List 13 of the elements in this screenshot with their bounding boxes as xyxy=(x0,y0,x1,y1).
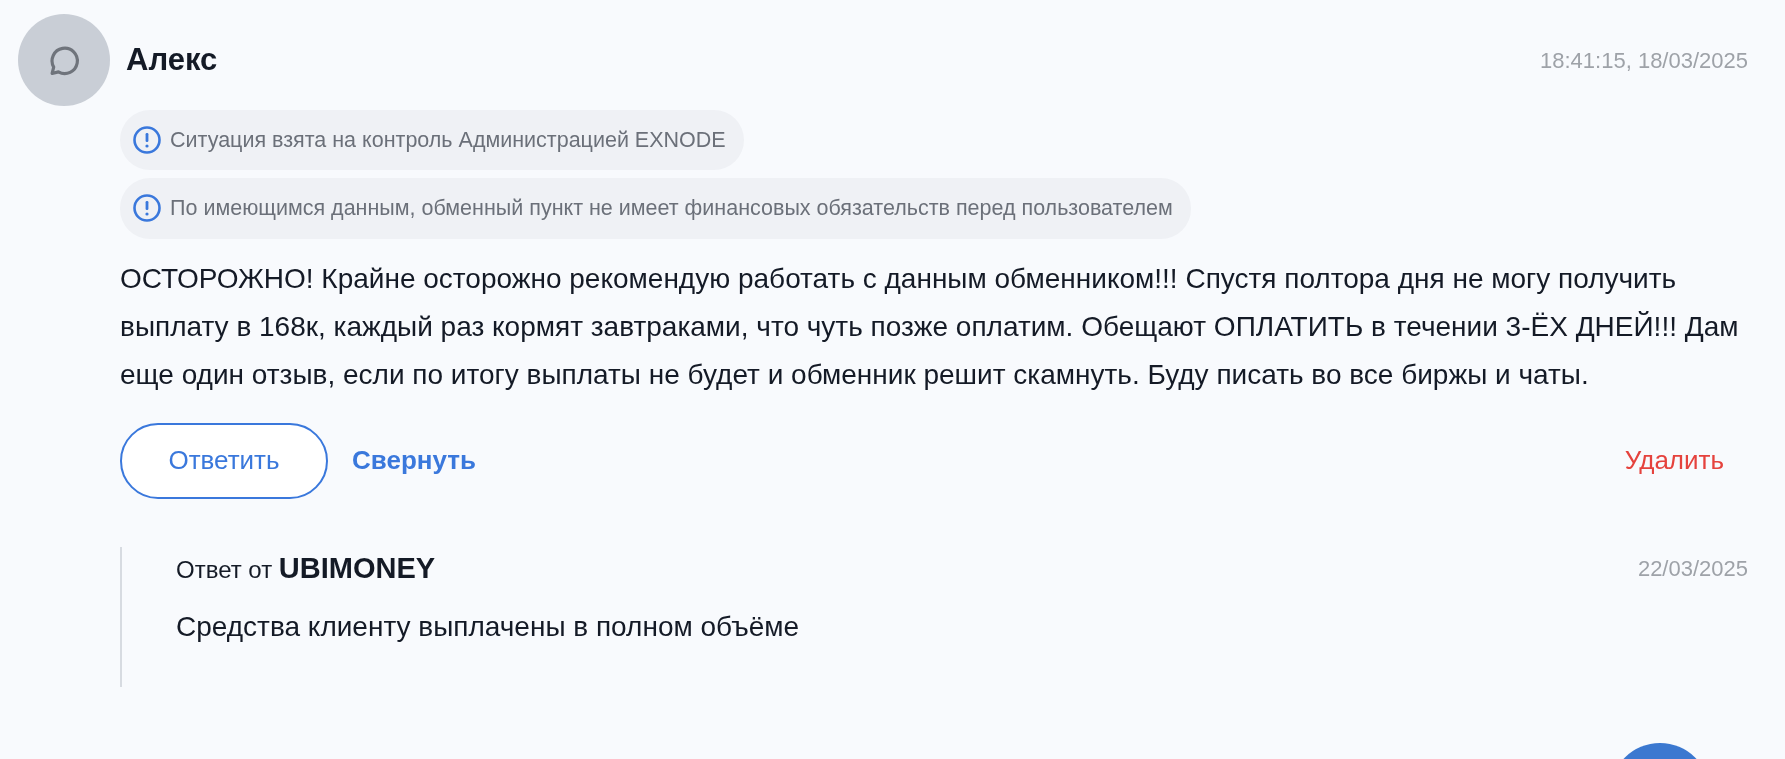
collapse-link[interactable]: Свернуть xyxy=(352,441,476,480)
author-name: Алекс xyxy=(126,40,218,79)
exclamation-icon xyxy=(132,125,162,156)
reply-button[interactable]: Ответить xyxy=(120,422,328,499)
notice-text: Ситуация взята на контроль Администрацией EXNODE xyxy=(170,127,726,154)
comment-text: ОСТОРОЖНО! Крайне осторожно рекомендую работать с данным обменником!!! Спустя полтора дня не могу получить выплату в 168к, каждый раз кормят завтраками, что чуть позже оплатим. Обещают ОПЛАТИТЬ в течении 3-ЁХ ДНЕЙ!!! Дам еще один отзыв, если по итогу выплаты не будет и обменник решит скамнуть. Буду писать во все биржы и чаты. xyxy=(120,261,1740,392)
reply-heading: Ответ от UBIMONEY xyxy=(176,550,436,586)
reply-date: 22/03/2025 xyxy=(1637,554,1748,583)
delete-link[interactable]: Удалить xyxy=(1624,441,1724,480)
notice-text: По имеющимся данным, обменный пункт не имеет финансовых обязательств перед пользователем xyxy=(170,195,1173,223)
timestamp: 18:41:15, 18/03/2025 xyxy=(1540,46,1748,75)
reply-text: Средства клиенту выплачены в полном объёме xyxy=(176,610,801,644)
exclamation-icon xyxy=(132,193,162,224)
